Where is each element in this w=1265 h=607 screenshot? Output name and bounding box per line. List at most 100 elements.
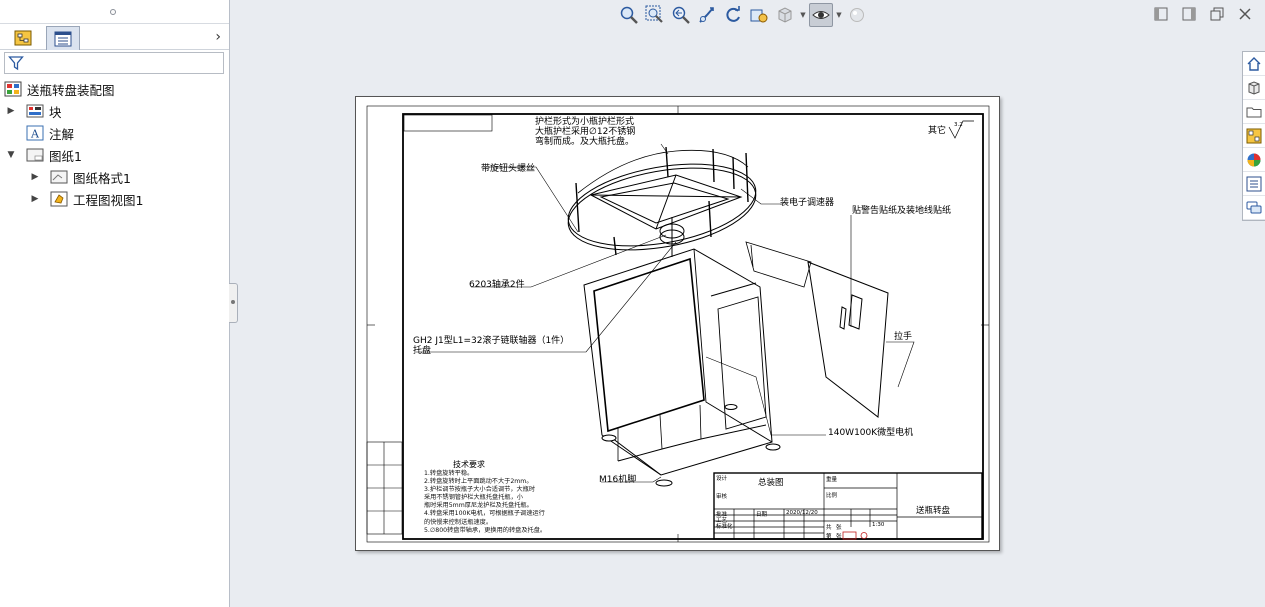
tree-item-annotations[interactable]: A 注解 [0, 122, 229, 144]
title-block-main-title: 总装图 [758, 478, 784, 488]
title-block-drawing-name: 送瓶转盘 [916, 506, 951, 516]
feature-tree: 送瓶转盘装配图 ▶ 块 A 注解 ▼ 图纸1 ▶ 图纸格式1 ▶ 工程图视图1 [0, 78, 229, 210]
tree-item-sheet1[interactable]: ▼ 图纸1 [0, 144, 229, 166]
panel-tabs: › [0, 25, 229, 50]
task-pane-view-palette[interactable] [1243, 124, 1265, 148]
tree-item-label: 块 [49, 104, 62, 120]
tile-left-icon [1154, 7, 1168, 21]
panel-more-chevron-icon[interactable]: › [215, 29, 221, 45]
home-icon [1247, 56, 1261, 71]
expand-arrow-icon[interactable]: ▶ [30, 172, 40, 182]
task-pane-tabs [1242, 51, 1265, 221]
svg-text:A: A [30, 128, 40, 141]
tech-line: 5.∅800转盘带轴承，更换用的转盘及托盘。 [424, 526, 547, 534]
zoom-to-fit-button[interactable] [617, 3, 641, 27]
task-pane-forum[interactable] [1243, 196, 1265, 220]
task-pane-appearances[interactable] [1243, 148, 1265, 172]
sheet-format-icon [50, 169, 68, 185]
expand-arrow-icon[interactable]: ▶ [6, 106, 16, 116]
tb-cell-weight: 重量 [826, 477, 838, 483]
pan-icon [699, 7, 714, 23]
display-style-dropdown-icon[interactable]: ▼ [799, 11, 807, 19]
annotation-icon: A [26, 125, 44, 141]
tree-item-label: 工程图视图1 [73, 192, 144, 208]
blocks-icon [26, 103, 44, 119]
pan-button[interactable] [695, 3, 719, 27]
hide-show-items-button[interactable] [809, 3, 833, 27]
note-foot: M16机脚 [599, 475, 637, 485]
appearance-sphere-icon [850, 8, 864, 22]
rotate-view-button[interactable] [721, 3, 745, 27]
appearances-icon [1247, 153, 1261, 166]
panel-grip[interactable] [0, 0, 229, 24]
close-icon [1239, 8, 1251, 20]
tech-line: 1.转盘旋转平稳。 [424, 470, 474, 477]
tree-item-drawing-view[interactable]: ▶ 工程图视图1 [0, 188, 229, 210]
window-controls [1153, 6, 1253, 22]
tab-feature-manager[interactable] [6, 26, 40, 50]
tech-requirements-list: 1.转盘旋转平稳。 2.转盘旋转时上平面跳动不大于2mm。 3.护栏调节按瓶子大… [424, 470, 546, 535]
restore-window-button[interactable] [1209, 6, 1225, 22]
note-chain-coupling: GH2 J1型L1=32滚子链联轴器（1件） [413, 336, 570, 346]
tech-line: 4.转盘采用100K电机，可根据瓶子调速运行 [424, 510, 545, 518]
close-window-button[interactable] [1237, 6, 1253, 22]
panel-splitter-handle[interactable] [229, 283, 238, 323]
redraw-icon [750, 9, 768, 23]
zoom-to-fit-icon [620, 6, 638, 24]
sheet-icon [26, 147, 44, 163]
note-bearing: 6203轴承2件 [469, 280, 525, 290]
tile-right-button[interactable] [1181, 6, 1197, 22]
task-pane-file-explorer[interactable] [1243, 100, 1265, 124]
previous-view-button[interactable] [669, 3, 693, 27]
tree-item-sheet-format[interactable]: ▶ 图纸格式1 [0, 166, 229, 188]
note-finish-value: 3.2 [954, 122, 963, 128]
tile-left-button[interactable] [1153, 6, 1169, 22]
zoom-to-area-button[interactable] [643, 3, 667, 27]
hide-show-dropdown-icon[interactable]: ▼ [835, 11, 843, 19]
tb-cell-number: 第 [826, 534, 832, 540]
tb-cell-sheet-unit2: 张 [836, 534, 842, 540]
feature-manager-icon [14, 30, 32, 46]
tree-item-label: 图纸1 [49, 148, 82, 164]
tree-item-blocks[interactable]: ▶ 块 [0, 100, 229, 122]
task-pane-design-library[interactable] [1243, 76, 1265, 100]
note-motor: 140W100K微型电机 [828, 428, 914, 438]
display-style-cube-icon [778, 7, 792, 23]
view-palette-icon [1246, 128, 1262, 143]
note-guard-line3: 弯制而成。及大瓶托盘。 [535, 137, 635, 147]
folder-icon [1246, 107, 1262, 117]
filter-icon [8, 56, 24, 71]
zoom-to-area-icon [645, 5, 663, 23]
tb-cell-standard: 标准化 [716, 524, 733, 530]
eye-icon [812, 11, 830, 19]
tree-item-label: 注解 [49, 126, 75, 142]
restore-window-icon [1210, 7, 1224, 21]
title-block-date: 2020/12/20 [786, 510, 818, 516]
redraw-button[interactable] [747, 3, 771, 27]
tab-property-manager[interactable] [46, 26, 80, 50]
display-style-button[interactable] [773, 3, 797, 27]
property-manager-icon [54, 31, 72, 46]
drawing-sheet[interactable]: 护栏形式为小瓶护栏形式 大瓶护栏采用∅12不锈钢 弯制而成。及大瓶托盘。 其它 … [355, 96, 1000, 551]
drawing-view-icon [50, 191, 68, 207]
custom-properties-icon [1246, 176, 1262, 191]
tile-right-icon [1182, 7, 1196, 21]
tech-line: 2.转盘旋转时上平面跳动不大于2mm。 [424, 478, 533, 486]
tb-cell-review: 审核 [716, 494, 728, 500]
heads-up-view-toolbar: ▼ ▼ [617, 3, 869, 27]
design-library-icon [1248, 80, 1260, 95]
task-pane-home[interactable] [1243, 52, 1265, 76]
task-pane-custom-properties[interactable] [1243, 172, 1265, 196]
tb-cell-sheet-unit: 张 [836, 525, 842, 531]
forum-chat-icon [1246, 201, 1262, 213]
expand-arrow-icon[interactable]: ▶ [30, 194, 40, 204]
appearance-button[interactable] [845, 3, 869, 27]
tb-cell-ratio: 比例 [826, 493, 838, 499]
tb-cell-design: 设计 [716, 476, 728, 482]
tree-filter-input[interactable] [4, 52, 224, 74]
collapse-arrow-icon[interactable]: ▼ [6, 150, 16, 160]
note-tray: 托盘 [413, 346, 432, 356]
tree-root-item[interactable]: 送瓶转盘装配图 [0, 78, 229, 100]
previous-view-icon [672, 6, 690, 24]
feature-manager-panel: › 送瓶转盘装配图 ▶ 块 A 注解 ▼ 图纸1 ▶ 图纸格式1 ▶ 工程图视图… [0, 0, 230, 607]
